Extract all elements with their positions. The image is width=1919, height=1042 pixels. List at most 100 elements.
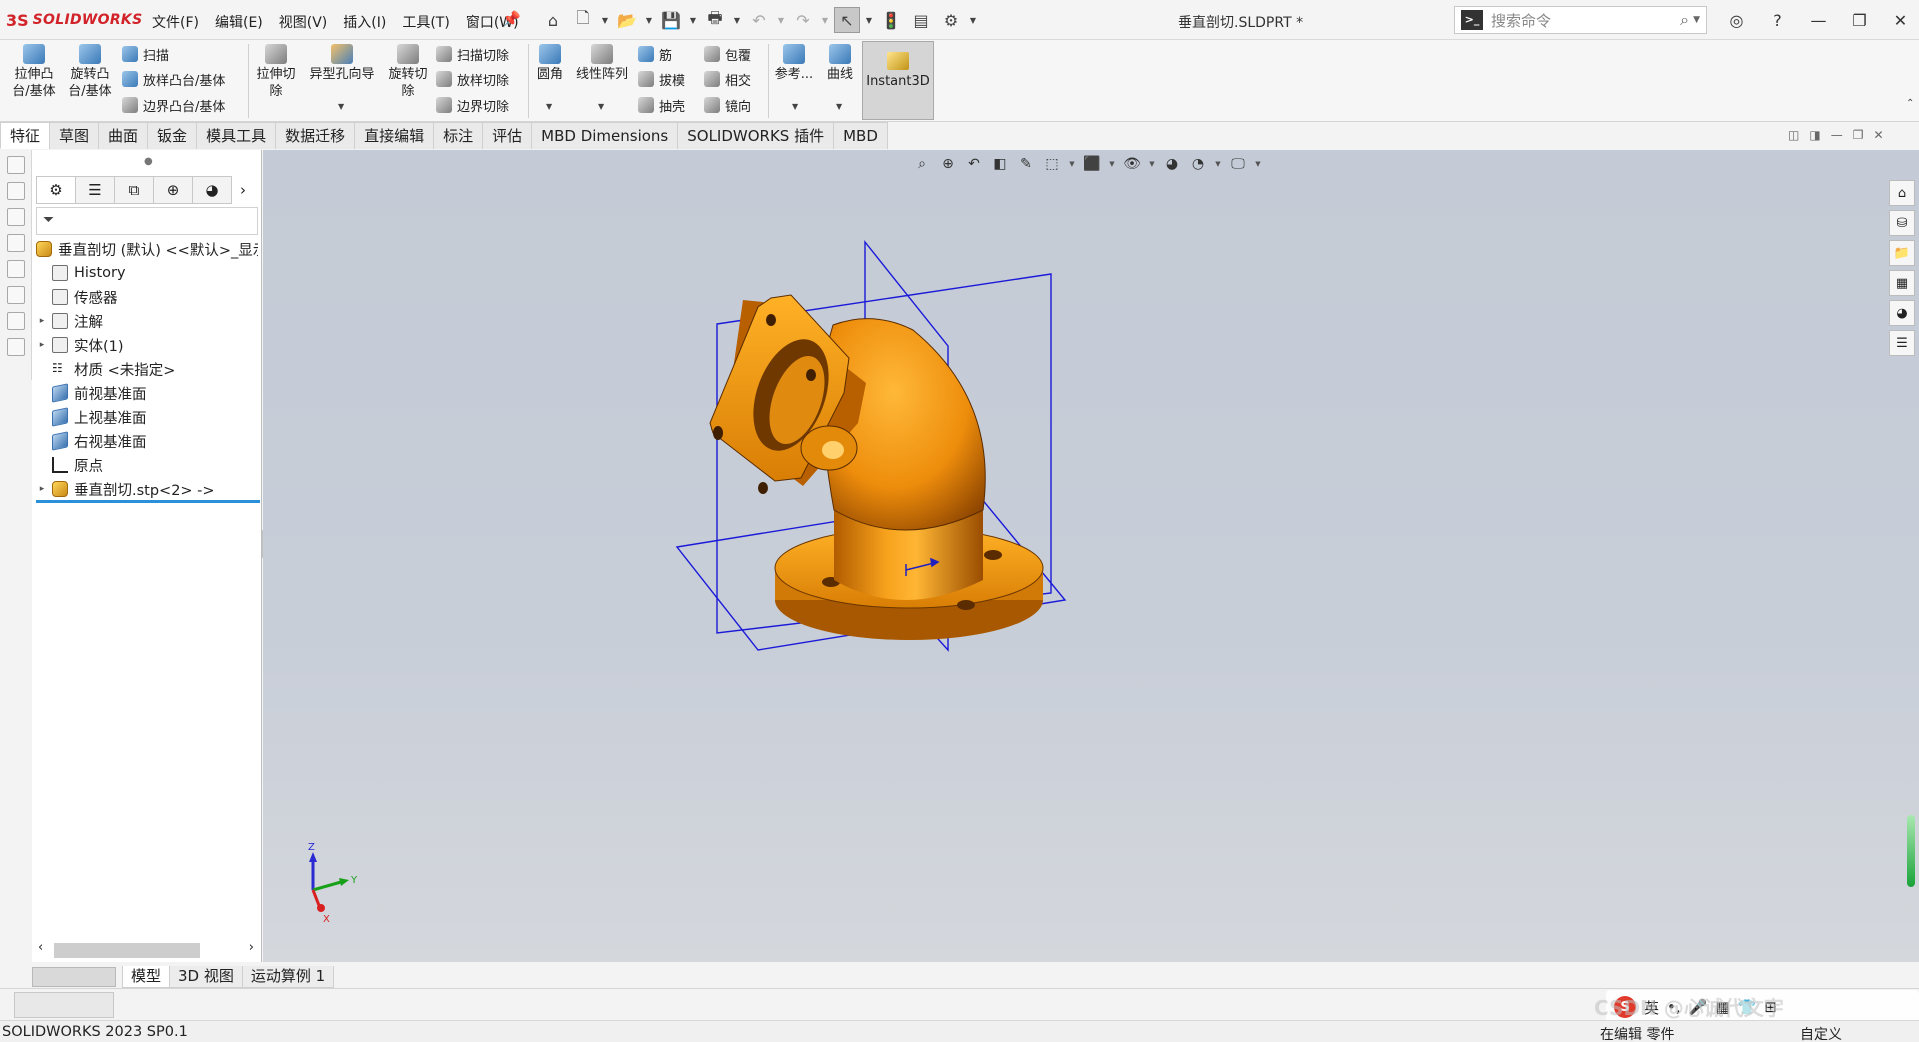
annotation-icon[interactable] <box>7 208 25 226</box>
instant3d-button[interactable]: Instant3D <box>862 41 934 120</box>
tree-filter-input[interactable]: ⏷ <box>36 207 258 235</box>
configuration-manager-tab-icon[interactable]: ⧉ <box>114 176 154 204</box>
weld-symbol-icon[interactable] <box>7 312 25 330</box>
linear-pattern-dropdown-icon[interactable]: ▼ <box>598 102 604 111</box>
select-cursor-icon[interactable]: ↖ <box>834 7 860 33</box>
boundary-boss-button[interactable]: 边界凸台/基体 <box>122 94 225 116</box>
dimxpert-tab-icon[interactable]: ⊕ <box>153 176 193 204</box>
save-icon[interactable]: 💾 <box>658 7 684 33</box>
file-properties-icon[interactable]: ▤ <box>908 7 934 33</box>
tree-item-material[interactable]: ☷ 材质 <未指定> <box>36 358 175 380</box>
open-dropdown-icon[interactable]: ▼ <box>644 16 654 25</box>
view-palette-icon[interactable]: ▦ <box>1889 270 1915 296</box>
tab-markup[interactable]: 标注 <box>433 122 484 149</box>
viewport-restore-icon[interactable]: ❐ <box>1853 128 1864 142</box>
tab-model[interactable]: 模型 <box>122 966 171 988</box>
scroll-thumb[interactable] <box>54 943 200 958</box>
hole-wizard-button[interactable]: 异型孔向导 <box>304 44 380 83</box>
home-icon[interactable]: ⌂ <box>540 7 566 33</box>
print-dropdown-icon[interactable]: ▼ <box>732 16 742 25</box>
linear-pattern-button[interactable]: 线性阵列 <box>572 44 632 83</box>
rollback-bar[interactable] <box>36 500 260 503</box>
menu-view[interactable]: 视图(V) <box>271 10 336 34</box>
tree-root[interactable]: 垂直剖切 (默认) <<默认>_显示 <box>36 238 258 260</box>
account-icon[interactable]: ◎ <box>1716 11 1757 30</box>
revolve-cut-button[interactable]: 旋转切 除 <box>384 44 432 100</box>
boundary-cut-button[interactable]: 边界切除 <box>436 94 509 116</box>
redo-dropdown-icon[interactable]: ▼ <box>820 16 830 25</box>
more-tabs-chevron-icon[interactable]: › <box>231 176 255 204</box>
new-document-icon[interactable]: 🗋 <box>570 7 596 33</box>
surface-finish-icon[interactable] <box>7 286 25 304</box>
tab-surfaces[interactable]: 曲面 <box>98 122 149 149</box>
print-icon[interactable]: 🖶 <box>702 7 728 33</box>
search-dropdown-icon[interactable]: ▼ <box>1693 15 1700 25</box>
solidworks-logo[interactable]: 3S SOLIDWORKS <box>6 10 142 30</box>
expand-arrow-icon[interactable]: ▸ <box>36 316 48 326</box>
appearances-icon[interactable]: ◕ <box>1889 300 1915 326</box>
tree-item-annotations[interactable]: ▸ 注解 <box>36 310 103 332</box>
geometric-tolerance-icon[interactable] <box>7 260 25 278</box>
tree-horizontal-scrollbar[interactable]: ‹ › <box>36 940 258 960</box>
loft-cut-button[interactable]: 放样切除 <box>436 68 509 90</box>
feature-tree-tab-icon[interactable]: ⚙ <box>36 176 76 204</box>
fillet-dropdown-icon[interactable]: ▼ <box>546 102 552 111</box>
tab-features[interactable]: 特征 <box>0 122 51 149</box>
menu-tools[interactable]: 工具(T) <box>394 10 457 34</box>
hole-wizard-dropdown-icon[interactable]: ▼ <box>338 102 344 111</box>
custom-properties-icon[interactable]: ☰ <box>1889 330 1915 356</box>
search-commands-box[interactable]: >_ 搜索命令 ⌕ ▼ <box>1454 6 1707 34</box>
tree-item-imported-body[interactable]: ▸ 垂直剖切.stp<2> -> <box>36 478 215 500</box>
tab-evaluate[interactable]: 评估 <box>482 122 533 149</box>
model-view[interactable]: Z Y X <box>263 150 1919 962</box>
draft-button[interactable]: 拔模 <box>638 68 685 90</box>
tab-3d-views[interactable]: 3D 视图 <box>169 966 243 988</box>
split-view-2-icon[interactable]: ◨ <box>1809 128 1820 142</box>
smart-dimension-icon[interactable] <box>7 156 25 174</box>
curves-dropdown-icon[interactable]: ▼ <box>836 102 842 111</box>
tab-sketch[interactable]: 草图 <box>49 122 100 149</box>
file-explorer-icon[interactable]: 📁 <box>1889 240 1915 266</box>
tree-item-top-plane[interactable]: 上视基准面 <box>36 406 147 428</box>
tab-sheet-metal[interactable]: 钣金 <box>147 122 198 149</box>
select-dropdown-icon[interactable]: ▼ <box>864 16 874 25</box>
rib-button[interactable]: 筋 <box>638 43 672 65</box>
tree-item-sensors[interactable]: 传感器 <box>36 286 118 308</box>
solidworks-resources-icon[interactable]: ⌂ <box>1889 180 1915 206</box>
tree-item-origin[interactable]: 原点 <box>36 454 103 476</box>
curves-button[interactable]: 曲线 <box>820 44 860 83</box>
bottom-combo-box[interactable] <box>14 992 114 1018</box>
menu-file[interactable]: 文件(F) <box>144 10 207 34</box>
tab-mbd-dimensions[interactable]: MBD Dimensions <box>531 122 679 149</box>
minimize-button[interactable]: — <box>1798 11 1839 30</box>
tree-item-history[interactable]: History <box>36 262 126 284</box>
tab-mbd[interactable]: MBD <box>833 122 888 149</box>
expand-arrow-icon[interactable]: ▸ <box>36 340 48 350</box>
undo-icon[interactable]: ↶ <box>746 7 772 33</box>
chain-icon[interactable] <box>7 338 25 356</box>
options-gear-icon[interactable]: ⚙ <box>938 7 964 33</box>
rebuild-icon[interactable]: 🚦 <box>878 7 904 33</box>
loft-button[interactable]: 放样凸台/基体 <box>122 68 225 90</box>
save-dropdown-icon[interactable]: ▼ <box>688 16 698 25</box>
search-input[interactable]: 搜索命令 <box>1491 10 1680 31</box>
tab-data-migration[interactable]: 数据迁移 <box>275 122 356 149</box>
viewport-minimize-icon[interactable]: — <box>1831 128 1843 142</box>
help-icon[interactable]: ? <box>1757 11 1798 30</box>
viewport-close-icon[interactable]: ✕ <box>1873 128 1883 142</box>
reference-dropdown-icon[interactable]: ▼ <box>792 102 798 111</box>
scroll-right-icon[interactable]: › <box>249 940 254 955</box>
expand-arrow-icon[interactable]: ▸ <box>36 484 48 494</box>
restore-button[interactable]: ❐ <box>1839 11 1880 30</box>
options-dropdown-icon[interactable]: ▼ <box>968 16 978 25</box>
pin-icon[interactable]: 📌 <box>502 10 521 28</box>
datum-icon[interactable] <box>7 234 25 252</box>
extrude-cut-button[interactable]: 拉伸切 除 <box>252 44 300 100</box>
design-library-icon[interactable]: ⛁ <box>1889 210 1915 236</box>
reference-geometry-button[interactable]: 参考... <box>772 44 816 83</box>
extrude-boss-button[interactable]: 拉伸凸 台/基体 <box>8 44 60 100</box>
panel-grip-icon[interactable]: ● <box>144 156 153 167</box>
ribbon-collapse-icon[interactable]: ⌃ <box>1906 98 1914 109</box>
tree-item-right-plane[interactable]: 右视基准面 <box>36 430 147 452</box>
redo-icon[interactable]: ↷ <box>790 7 816 33</box>
